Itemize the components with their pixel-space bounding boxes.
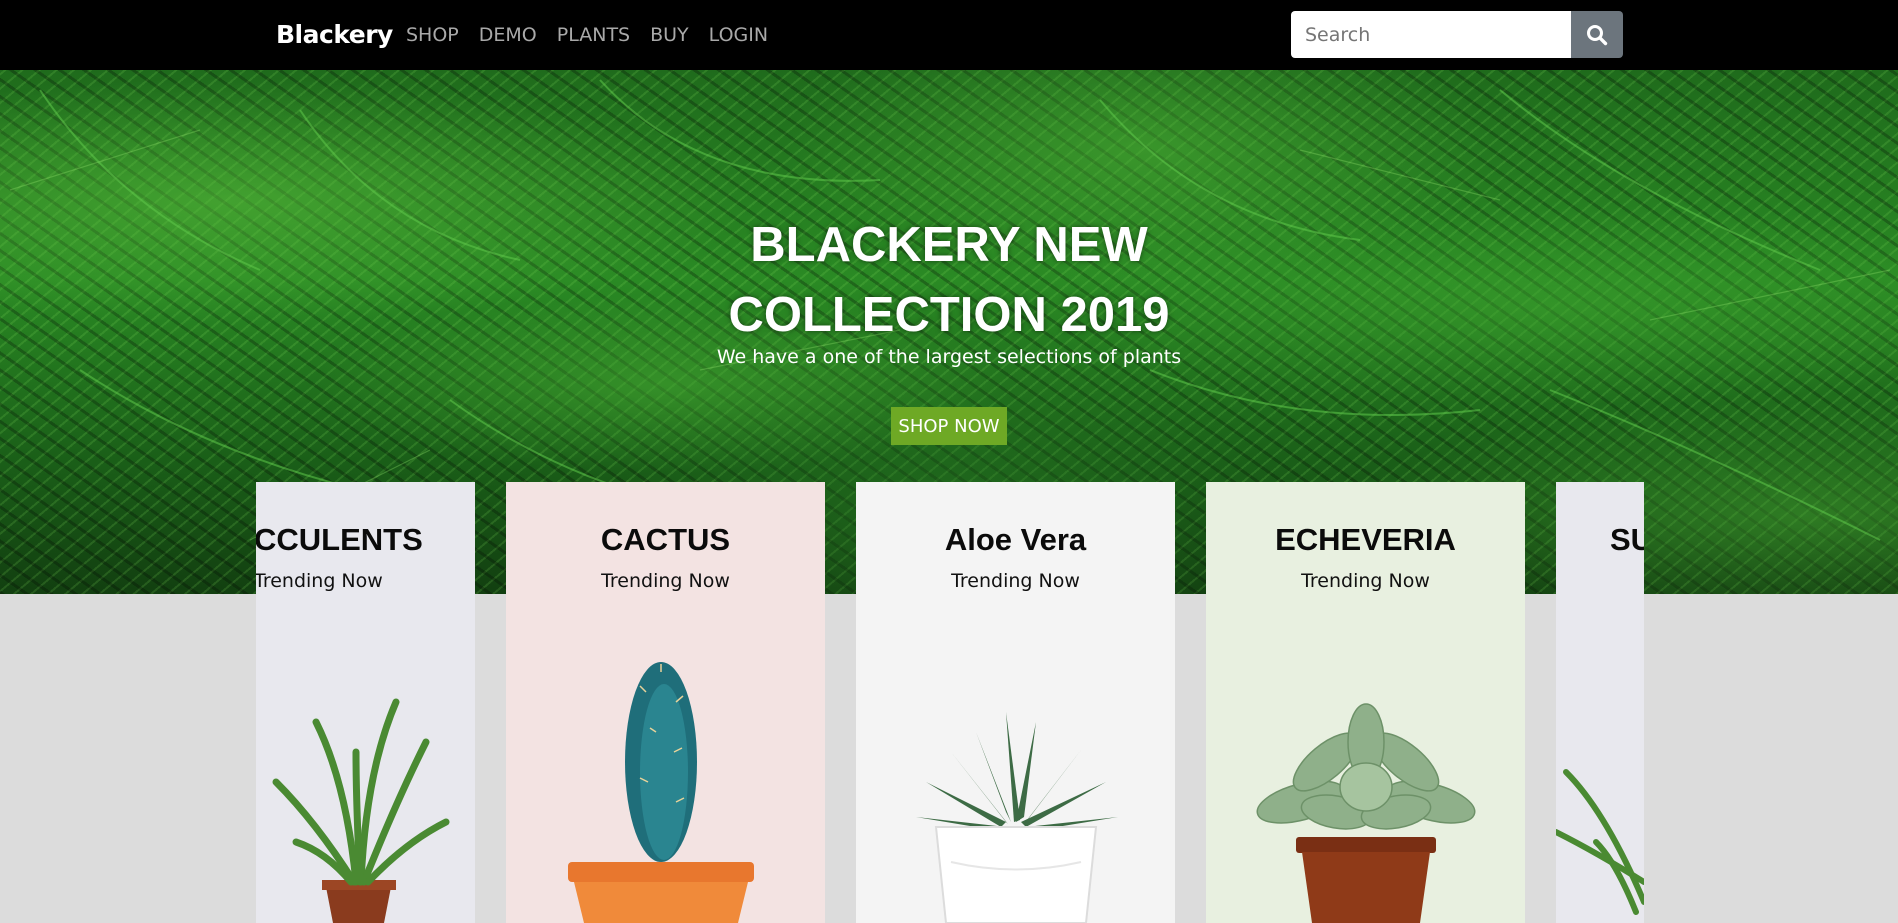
shop-now-button[interactable]: SHOP NOW — [891, 407, 1007, 445]
card-title: CACTUS — [600, 522, 731, 557]
hero-title: BLACKERY NEW COLLECTION 2019 — [0, 210, 1898, 350]
card-title: CCULENTS — [256, 522, 423, 557]
search-input[interactable] — [1291, 11, 1572, 58]
nav-link-demo[interactable]: DEMO — [479, 24, 537, 46]
card-title: Aloe Vera — [944, 522, 1087, 557]
card-title: SU — [1610, 522, 1644, 557]
nav-link-buy[interactable]: BUY — [650, 24, 689, 46]
card-title: ECHEVERIA — [1275, 522, 1456, 557]
product-card-echeveria[interactable]: ECHEVERIA Trending Now — [1206, 482, 1525, 923]
product-card-aloe-vera[interactable]: Aloe Vera Trending Now — [856, 482, 1175, 923]
hero-title-line1: BLACKERY NEW — [750, 218, 1148, 272]
search-button[interactable] — [1571, 11, 1623, 58]
search-icon — [1587, 24, 1608, 45]
product-card-succulents-partial[interactable]: SU — [1556, 482, 1644, 923]
nav-links: SHOP DEMO PLANTS BUY LOGIN — [406, 24, 788, 46]
card-subtitle: Trending Now — [1301, 570, 1430, 592]
hero-title-line2: COLLECTION 2019 — [728, 288, 1170, 342]
nav-link-plants[interactable]: PLANTS — [557, 24, 630, 46]
card-subtitle: Trending Now — [601, 570, 730, 592]
product-card-succulents[interactable]: CCULENTS Trending Now — [256, 482, 475, 923]
card-subtitle: Trending Now — [256, 570, 383, 592]
brand-logo[interactable]: Blackery — [276, 20, 393, 49]
product-card-cactus[interactable]: CACTUS Trending Now — [506, 482, 825, 923]
card-subtitle: Trending Now — [951, 570, 1080, 592]
hero-subtitle: We have a one of the largest selections … — [716, 346, 1182, 368]
nav-link-shop[interactable]: SHOP — [406, 24, 459, 46]
navbar: Blackery SHOP DEMO PLANTS BUY LOGIN — [0, 0, 1898, 70]
nav-link-login[interactable]: LOGIN — [709, 24, 768, 46]
